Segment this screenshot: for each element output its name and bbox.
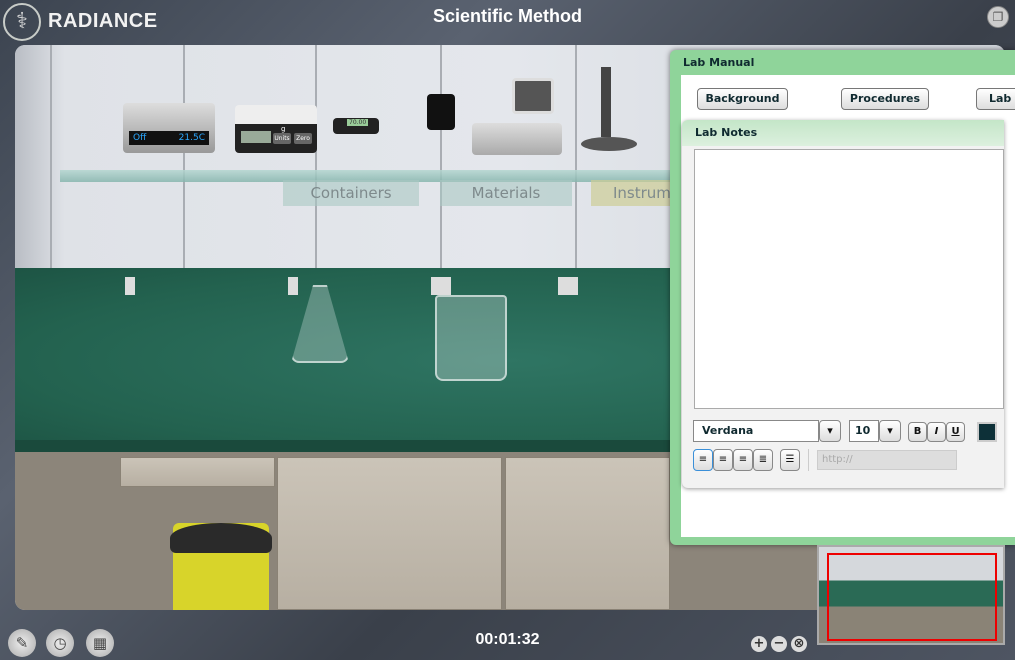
- top-bar: ⚕ RADIANCE Scientific Method ❐: [0, 0, 1015, 45]
- water-bath-temperature: 21.5C: [178, 133, 205, 143]
- link-url-input[interactable]: http://: [817, 450, 957, 470]
- font-family-dropdown-icon[interactable]: ▾: [819, 420, 841, 442]
- toolbar-divider: [808, 449, 809, 471]
- underline-button[interactable]: U: [946, 422, 965, 442]
- align-left-icon[interactable]: ≡: [693, 449, 713, 471]
- wall-seam: [575, 45, 577, 270]
- wall-seam: [440, 45, 442, 270]
- beaker[interactable]: [435, 295, 507, 381]
- temperature-probe-meter[interactable]: 70.00: [333, 118, 379, 134]
- bold-button[interactable]: B: [908, 422, 927, 442]
- font-size-select[interactable]: 10: [849, 420, 879, 442]
- lab-notes-section: Lab Notes Verdana ▾ 10 ▾ B I U ≡ ≡ ≡ ≣ ☰…: [682, 120, 1004, 488]
- font-size-dropdown-icon[interactable]: ▾: [879, 420, 901, 442]
- cabinet-door[interactable]: [505, 457, 670, 610]
- outlet: [431, 277, 451, 295]
- balance-scale[interactable]: g Units Zero: [235, 105, 317, 153]
- lab-notes-editor[interactable]: [694, 149, 1004, 409]
- balance-unit: g: [281, 125, 286, 133]
- align-justify-icon[interactable]: ≣: [753, 449, 773, 471]
- elapsed-timer: 00:01:32: [475, 631, 540, 648]
- waste-bin-lid: [170, 523, 272, 553]
- water-bath-display: Off 21.5C: [129, 131, 209, 145]
- wall-seam: [183, 45, 185, 270]
- lab-report-button[interactable]: Lab I: [976, 88, 1015, 110]
- font-family-select[interactable]: Verdana: [693, 420, 819, 442]
- spectrophotometer-screen: [512, 78, 554, 114]
- background-button[interactable]: Background: [697, 88, 788, 110]
- zoom-in-icon[interactable]: +: [751, 636, 767, 652]
- minimap-viewport[interactable]: [827, 553, 997, 641]
- align-right-icon[interactable]: ≡: [733, 449, 753, 471]
- align-center-icon[interactable]: ≡: [713, 449, 733, 471]
- water-bath[interactable]: Off 21.5C: [123, 103, 215, 153]
- cabinet-door[interactable]: [277, 457, 502, 610]
- window-restore-icon[interactable]: ❐: [987, 6, 1009, 28]
- meter-reading: 70.00: [347, 119, 369, 126]
- page-title: Scientific Method: [432, 6, 582, 26]
- lab-manual-title: Lab Manual: [683, 56, 755, 69]
- water-bath-state: Off: [133, 133, 147, 143]
- bullet-list-icon[interactable]: ☰: [780, 449, 800, 471]
- outlet: [288, 277, 298, 295]
- lab-notes-title: Lab Notes: [695, 126, 758, 139]
- balance-display: [241, 131, 271, 143]
- ph-meter[interactable]: [427, 94, 455, 130]
- italic-button[interactable]: I: [927, 422, 946, 442]
- tab-containers[interactable]: Containers: [283, 180, 419, 206]
- zoom-out-icon[interactable]: −: [771, 636, 787, 652]
- balance-units-button[interactable]: Units: [273, 133, 291, 144]
- drawer[interactable]: [120, 457, 275, 487]
- zoom-reset-icon[interactable]: ⊗: [791, 636, 807, 652]
- text-color-picker[interactable]: [977, 422, 997, 442]
- balance-zero-button[interactable]: Zero: [294, 133, 312, 144]
- scene-minimap[interactable]: [817, 545, 1005, 645]
- bunsen-burner-base: [581, 137, 637, 151]
- spectrophotometer[interactable]: [472, 123, 562, 155]
- outlet: [125, 277, 135, 295]
- bunsen-burner[interactable]: [601, 67, 611, 137]
- tab-materials[interactable]: Materials: [440, 180, 572, 206]
- lab-manual-panel: Lab Manual Background Procedures Lab I L…: [670, 50, 1015, 545]
- wall-seam: [50, 45, 52, 270]
- wall-seam: [315, 45, 317, 270]
- procedures-button[interactable]: Procedures: [841, 88, 929, 110]
- outlet: [558, 277, 578, 295]
